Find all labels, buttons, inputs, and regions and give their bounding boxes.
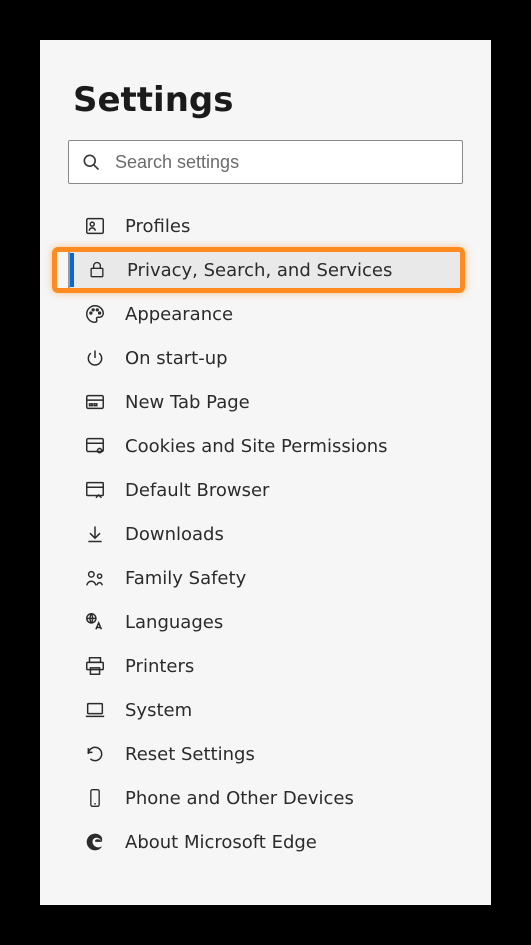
search-box[interactable] bbox=[68, 140, 463, 184]
sidebar-item-startup[interactable]: On start-up bbox=[68, 336, 463, 380]
sidebar-item-cookies[interactable]: Cookies and Site Permissions bbox=[68, 424, 463, 468]
sidebar-item-label: System bbox=[125, 700, 192, 721]
language-icon bbox=[83, 610, 107, 634]
sidebar-item-label: Appearance bbox=[125, 304, 233, 325]
profile-card-icon bbox=[83, 214, 107, 238]
power-icon bbox=[83, 346, 107, 370]
sidebar-item-about[interactable]: About Microsoft Edge bbox=[68, 820, 463, 864]
sidebar-item-appearance[interactable]: Appearance bbox=[68, 292, 463, 336]
reset-icon bbox=[83, 742, 107, 766]
sidebar-item-printers[interactable]: Printers bbox=[68, 644, 463, 688]
sidebar-item-profiles[interactable]: Profiles bbox=[68, 204, 463, 248]
laptop-icon bbox=[83, 698, 107, 722]
sidebar-item-label: New Tab Page bbox=[125, 392, 250, 413]
printer-icon bbox=[83, 654, 107, 678]
sidebar-item-family[interactable]: Family Safety bbox=[68, 556, 463, 600]
page-title: Settings bbox=[68, 80, 463, 120]
site-perm-icon bbox=[83, 434, 107, 458]
sidebar-item-phone[interactable]: Phone and Other Devices bbox=[68, 776, 463, 820]
sidebar-item-label: Printers bbox=[125, 656, 194, 677]
sidebar-item-label: Phone and Other Devices bbox=[125, 788, 354, 809]
sidebar-item-newtab[interactable]: New Tab Page bbox=[68, 380, 463, 424]
sidebar-item-reset[interactable]: Reset Settings bbox=[68, 732, 463, 776]
settings-nav: Profiles Privacy, Search, and Services bbox=[68, 204, 463, 864]
sidebar-item-defaultbrowser[interactable]: Default Browser bbox=[68, 468, 463, 512]
settings-panel: Settings Profiles bbox=[40, 40, 491, 905]
sidebar-item-label: Family Safety bbox=[125, 568, 246, 589]
family-icon bbox=[83, 566, 107, 590]
sidebar-item-label: Reset Settings bbox=[125, 744, 255, 765]
lock-icon bbox=[85, 258, 109, 282]
sidebar-item-label: Languages bbox=[125, 612, 223, 633]
sidebar-item-downloads[interactable]: Downloads bbox=[68, 512, 463, 556]
sidebar-item-privacy[interactable]: Privacy, Search, and Services bbox=[68, 248, 463, 292]
sidebar-item-label: About Microsoft Edge bbox=[125, 832, 317, 853]
search-icon bbox=[81, 152, 101, 172]
sidebar-item-label: Default Browser bbox=[125, 480, 269, 501]
annotation-highlight: Privacy, Search, and Services bbox=[68, 248, 463, 292]
sidebar-item-label: Downloads bbox=[125, 524, 224, 545]
download-icon bbox=[83, 522, 107, 546]
browser-icon bbox=[83, 478, 107, 502]
new-tab-icon bbox=[83, 390, 107, 414]
sidebar-item-system[interactable]: System bbox=[68, 688, 463, 732]
edge-icon bbox=[83, 830, 107, 854]
sidebar-item-languages[interactable]: Languages bbox=[68, 600, 463, 644]
sidebar-item-label: Cookies and Site Permissions bbox=[125, 436, 388, 457]
search-input[interactable] bbox=[115, 152, 450, 173]
sidebar-item-label: Profiles bbox=[125, 216, 190, 237]
sidebar-item-label: On start-up bbox=[125, 348, 228, 369]
palette-icon bbox=[83, 302, 107, 326]
sidebar-item-label: Privacy, Search, and Services bbox=[127, 260, 392, 281]
settings-inner: Settings Profiles bbox=[40, 80, 491, 864]
phone-icon bbox=[83, 786, 107, 810]
